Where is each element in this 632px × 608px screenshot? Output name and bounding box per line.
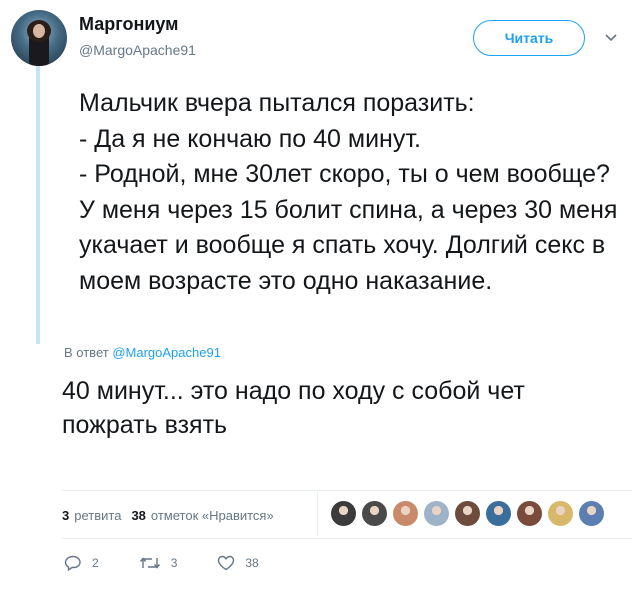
likers-avatars[interactable] <box>330 500 609 527</box>
tweet-stats: 3 ретвита 38 отметок «Нравится» <box>62 508 284 523</box>
author-handle[interactable]: @MargoApache91 <box>79 42 196 58</box>
liker-avatar[interactable] <box>547 500 574 527</box>
divider-top <box>62 490 632 491</box>
chevron-down-icon[interactable] <box>605 33 617 43</box>
liker-avatar[interactable] <box>485 500 512 527</box>
likes-stat[interactable]: 38 отметок «Нравится» <box>131 508 273 523</box>
avatar-face <box>33 24 45 38</box>
reply-icon <box>64 555 81 571</box>
reply-prefix: В ответ <box>64 345 109 360</box>
stats-separator <box>317 492 318 536</box>
reply-count: 2 <box>92 556 99 570</box>
liker-avatar[interactable] <box>330 500 357 527</box>
liker-avatar[interactable] <box>454 500 481 527</box>
retweet-icon <box>139 557 160 569</box>
divider-bottom <box>62 538 632 539</box>
tweet-text: 40 минут... это надо по ходу с собой чет… <box>62 377 525 439</box>
liker-avatar[interactable] <box>392 500 419 527</box>
author-name[interactable]: Маргониум <box>79 14 179 35</box>
liker-avatar[interactable] <box>361 500 388 527</box>
likes-count: 38 <box>131 508 146 523</box>
reply-action[interactable]: 2 <box>64 555 99 571</box>
retweets-label: ретвита <box>74 508 122 523</box>
reply-context: В ответ @MargoApache91 <box>64 345 221 360</box>
likes-label: отметок «Нравится» <box>150 508 274 523</box>
liker-avatar[interactable] <box>516 500 543 527</box>
follow-button[interactable]: Читать <box>473 20 585 56</box>
retweets-stat[interactable]: 3 ретвита <box>62 508 121 523</box>
like-count: 38 <box>245 556 259 570</box>
retweets-count: 3 <box>62 508 70 523</box>
avatar[interactable] <box>11 10 67 66</box>
heart-icon <box>218 555 235 571</box>
quoted-tweet-text: Мальчик вчера пытался поразить: - Да я н… <box>79 89 618 295</box>
reply-to-link[interactable]: @MargoApache91 <box>112 345 221 360</box>
like-action[interactable]: 38 <box>217 555 259 571</box>
thread-line <box>36 60 40 344</box>
liker-avatar[interactable] <box>423 500 450 527</box>
retweet-count: 3 <box>170 556 178 570</box>
tweet-actions: 2 3 38 <box>64 555 299 571</box>
liker-avatar[interactable] <box>578 500 605 527</box>
retweet-action[interactable]: 3 <box>139 555 178 571</box>
